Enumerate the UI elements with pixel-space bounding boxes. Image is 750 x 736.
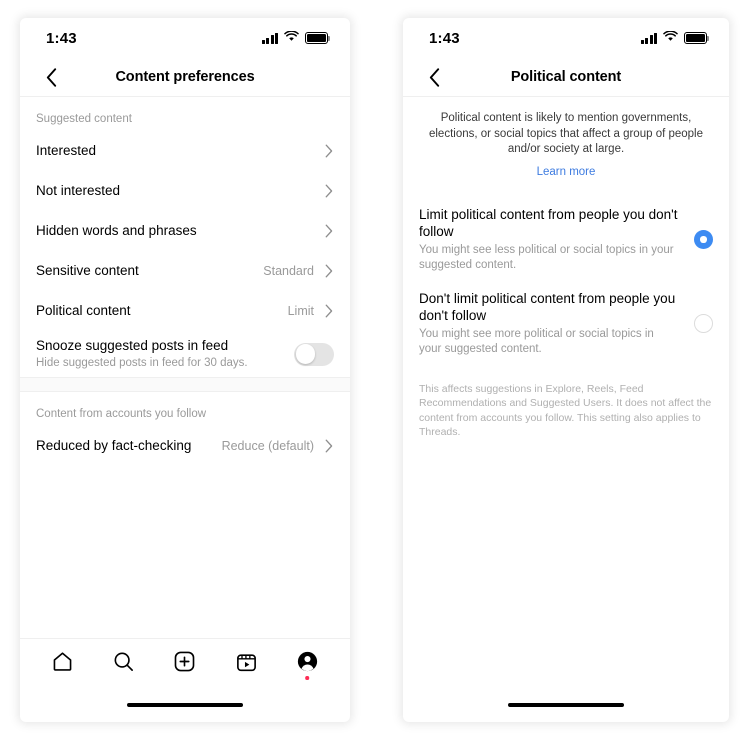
section-divider <box>20 377 350 392</box>
wifi-icon <box>663 29 678 47</box>
radio-button-dont-limit[interactable] <box>694 314 713 333</box>
option-description: You might see more political or social t… <box>419 327 654 356</box>
option-title: Don't limit political content from peopl… <box>419 290 676 324</box>
chevron-right-icon <box>324 438 334 454</box>
tab-home[interactable] <box>43 644 83 684</box>
list-item-label: Snooze suggested posts in feed <box>36 338 229 353</box>
snooze-suggested-posts-toggle[interactable] <box>294 342 334 366</box>
home-indicator[interactable] <box>127 702 243 708</box>
search-icon <box>112 650 135 678</box>
chevron-right-icon <box>324 263 334 279</box>
chevron-right-icon <box>324 183 334 199</box>
home-indicator[interactable] <box>508 702 624 708</box>
status-bar-icons <box>261 29 331 47</box>
footnote-text: This affects suggestions in Explore, Ree… <box>419 382 712 439</box>
list-item-hidden-words-and-phrases[interactable]: Hidden words and phrases <box>20 211 350 251</box>
radio-button-limit-selected[interactable] <box>694 230 713 249</box>
list-item-label: Political content <box>36 303 131 318</box>
profile-notification-badge <box>305 675 310 680</box>
phone-screen-content-preferences: 1:43 Content preferences Suggested conte… <box>20 18 350 722</box>
create-post-icon <box>173 650 196 678</box>
toggle-knob <box>295 344 316 364</box>
list-item-not-interested[interactable]: Not interested <box>20 171 350 211</box>
chevron-left-icon[interactable] <box>421 64 447 90</box>
list-item-value: Standard <box>263 264 314 278</box>
list-item-label: Reduced by fact-checking <box>36 438 192 453</box>
list-item-sublabel: Hide suggested posts in feed for 30 days… <box>36 357 248 369</box>
list-item-label: Interested <box>36 143 97 158</box>
list-item-label: Sensitive content <box>36 263 139 278</box>
home-icon <box>51 650 74 678</box>
cellular-signal-icon <box>640 32 657 44</box>
list-item-value: Limit <box>287 304 314 318</box>
list-item-sensitive-content[interactable]: Sensitive content Standard <box>20 251 350 291</box>
screenshot-stage: 1:43 Content preferences Suggested conte… <box>0 0 750 736</box>
option-limit-political-content[interactable]: Limit political content from people you … <box>403 198 729 282</box>
chevron-right-icon <box>324 143 334 159</box>
phone-screen-political-content: 1:43 Political content Political content… <box>403 18 729 722</box>
section-header-suggested-content: Suggested content <box>36 113 132 125</box>
intro-description: Political content is likely to mention g… <box>428 112 704 155</box>
wifi-icon <box>284 29 299 47</box>
list-item-interested[interactable]: Interested <box>20 131 350 171</box>
settings-list: Suggested content Interested Not interes… <box>20 97 350 638</box>
status-bar: 1:43 <box>403 18 729 58</box>
cellular-signal-icon <box>261 32 278 44</box>
battery-full-icon <box>305 32 331 44</box>
list-item-label: Hidden words and phrases <box>36 223 197 238</box>
status-bar: 1:43 <box>20 18 350 58</box>
list-item-reduced-by-fact-checking[interactable]: Reduced by fact-checking Reduce (default… <box>20 426 350 466</box>
home-indicator-area <box>403 688 729 722</box>
tab-search[interactable] <box>104 644 144 684</box>
section-header-content-from-accounts-you-follow: Content from accounts you follow <box>36 408 207 420</box>
bottom-tab-bar <box>20 638 350 688</box>
list-item-value: Reduce (default) <box>221 439 314 453</box>
radio-inner-dot <box>700 236 707 243</box>
tab-create[interactable] <box>165 644 205 684</box>
page-title: Political content <box>510 69 622 85</box>
political-content-body: Political content is likely to mention g… <box>403 97 729 688</box>
option-dont-limit-political-content[interactable]: Don't limit political content from peopl… <box>403 282 729 366</box>
status-bar-time: 1:43 <box>46 29 77 47</box>
page-title: Content preferences <box>115 69 255 85</box>
list-item-label: Not interested <box>36 183 121 198</box>
profile-icon <box>297 651 318 677</box>
chevron-right-icon <box>324 223 334 239</box>
navigation-bar: Content preferences <box>20 58 350 97</box>
political-content-options: Limit political content from people you … <box>403 180 729 366</box>
chevron-right-icon <box>324 303 334 319</box>
navigation-bar: Political content <box>403 58 729 97</box>
option-description: You might see less political or social t… <box>419 243 674 272</box>
status-bar-time: 1:43 <box>429 29 460 47</box>
list-item-snooze-suggested-posts[interactable]: Snooze suggested posts in feed Hide sugg… <box>20 331 350 377</box>
status-bar-icons <box>640 29 710 47</box>
tab-profile[interactable] <box>287 644 327 684</box>
option-title: Limit political content from people you … <box>419 206 678 240</box>
learn-more-link[interactable]: Learn more <box>537 166 596 178</box>
reels-icon <box>235 650 258 678</box>
list-item-political-content[interactable]: Political content Limit <box>20 291 350 331</box>
home-indicator-area <box>20 688 350 722</box>
battery-full-icon <box>684 32 710 44</box>
intro-block: Political content is likely to mention g… <box>403 97 729 180</box>
chevron-left-icon[interactable] <box>38 64 64 90</box>
tab-reels[interactable] <box>226 644 266 684</box>
